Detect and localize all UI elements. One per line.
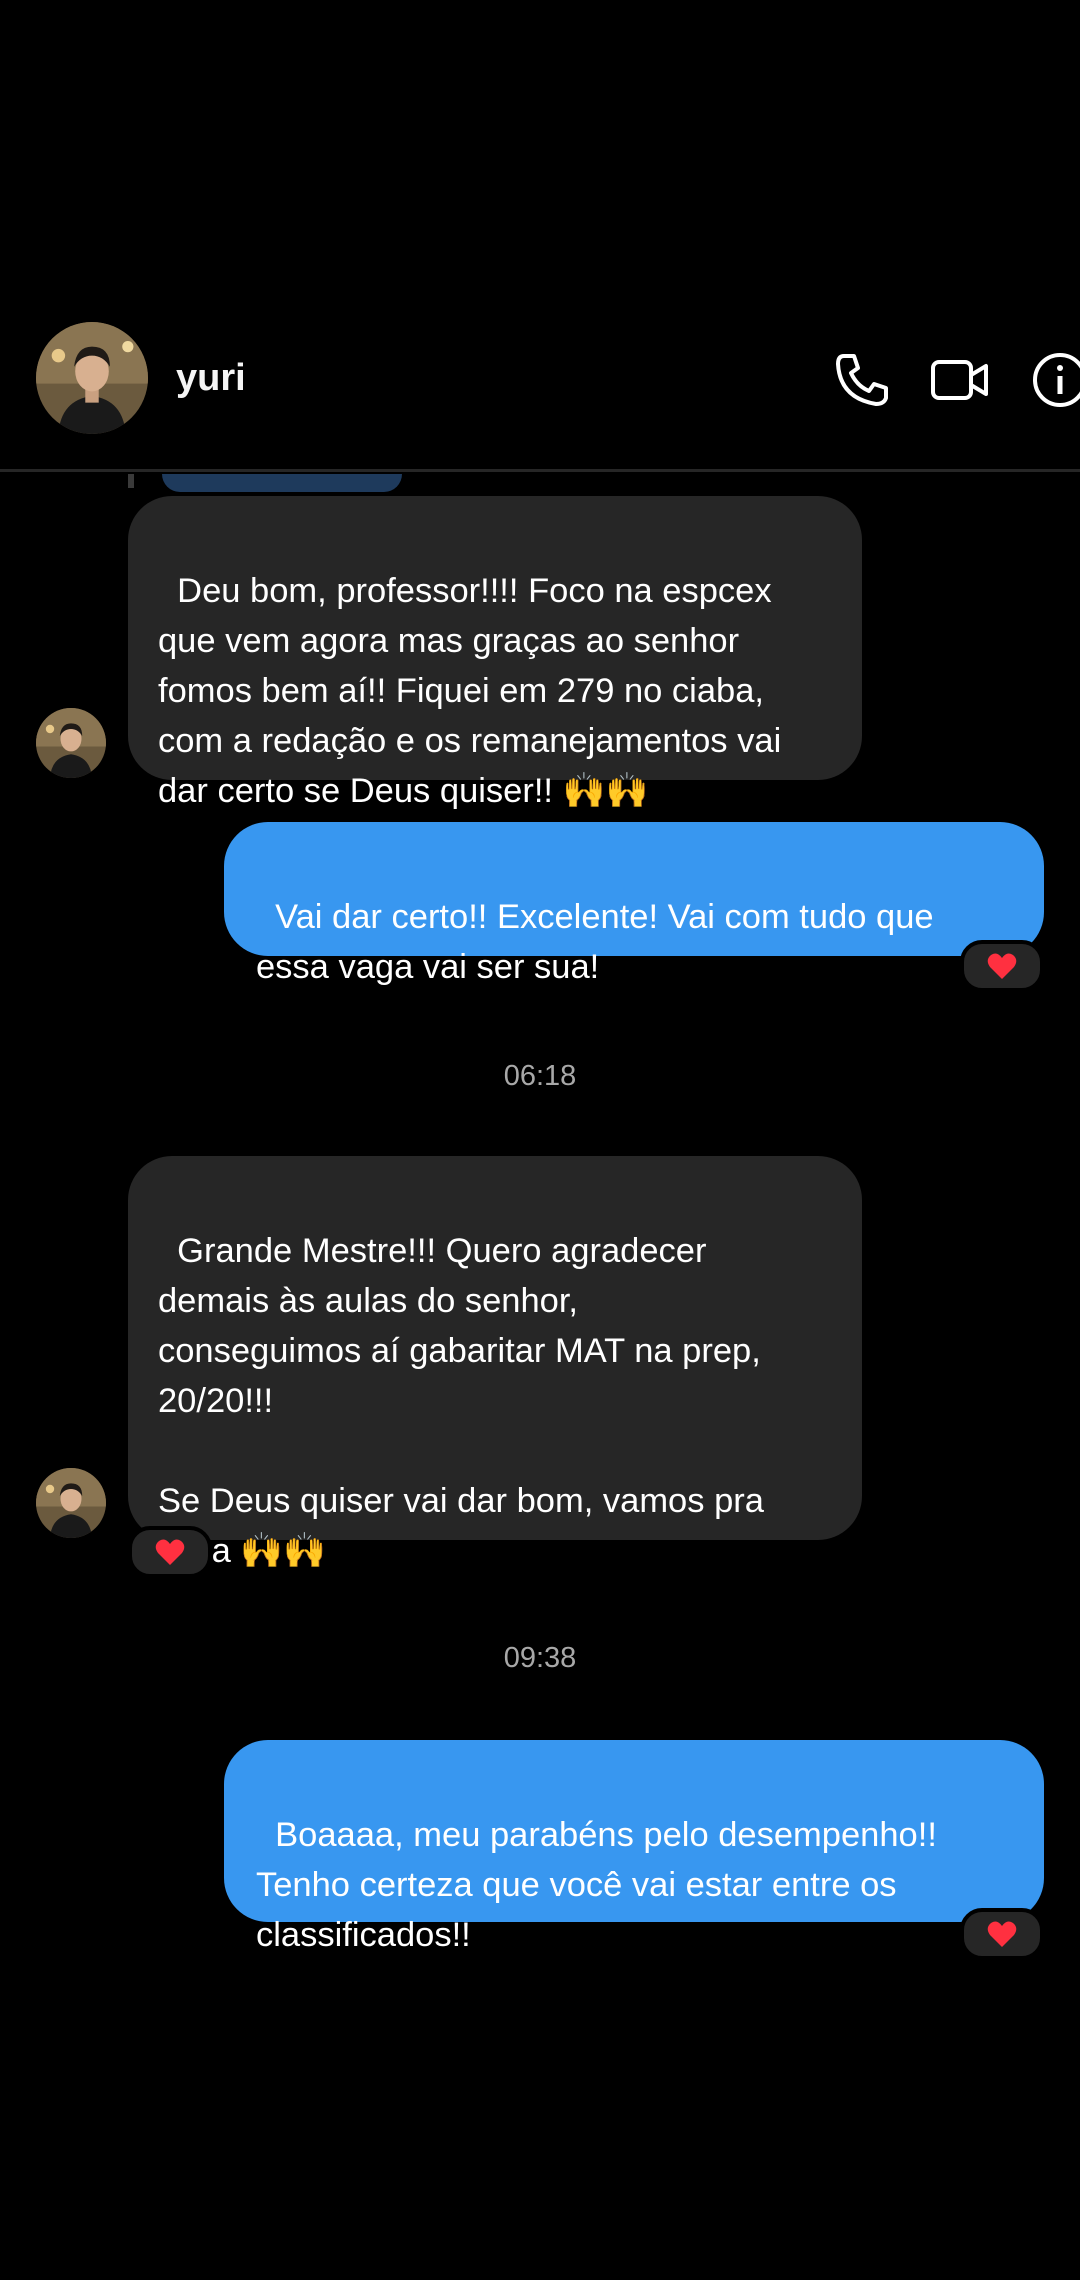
avatar-image bbox=[36, 708, 106, 778]
timestamp: 06:18 bbox=[503, 1060, 577, 1092]
heart-icon bbox=[987, 1921, 1017, 1947]
message-text: Grande Mestre!!! Quero agradecer demais … bbox=[158, 1232, 764, 1570]
info-icon[interactable] bbox=[1028, 348, 1080, 412]
incoming-message-bubble[interactable]: Grande Mestre!!! Quero agradecer demais … bbox=[128, 1156, 862, 1570]
contact-avatar[interactable] bbox=[36, 322, 148, 434]
message-text: Boaaaa, meu parabéns pelo desempenho!! T… bbox=[256, 1816, 937, 1954]
reply-indicator bbox=[128, 474, 134, 488]
outgoing-message-bubble[interactable]: Boaaaa, meu parabéns pelo desempenho!! T… bbox=[224, 1740, 1044, 1954]
contact-name[interactable]: yuri bbox=[176, 356, 246, 400]
reaction-badge[interactable] bbox=[960, 940, 1044, 992]
avatar-image bbox=[36, 322, 148, 434]
outgoing-message-bubble[interactable]: Vai dar certo!! Excelente! Vai com tudo … bbox=[224, 822, 1044, 986]
sender-avatar[interactable] bbox=[36, 708, 106, 778]
phone-icon[interactable] bbox=[830, 348, 894, 412]
heart-icon bbox=[155, 1539, 185, 1565]
previous-message-bubble[interactable] bbox=[162, 474, 402, 492]
avatar-image bbox=[36, 1468, 106, 1538]
message-text: Vai dar certo!! Excelente! Vai com tudo … bbox=[256, 898, 934, 986]
heart-icon bbox=[987, 953, 1017, 979]
message-text: Deu bom, professor!!!! Foco na espcex qu… bbox=[158, 572, 782, 810]
chat-header bbox=[0, 300, 1080, 472]
reaction-badge[interactable] bbox=[960, 1908, 1044, 1960]
sender-avatar[interactable] bbox=[36, 1468, 106, 1538]
video-camera-icon[interactable] bbox=[928, 348, 992, 412]
timestamp: 09:38 bbox=[503, 1642, 577, 1674]
reaction-badge[interactable] bbox=[128, 1526, 212, 1578]
incoming-message-bubble[interactable]: Deu bom, professor!!!! Foco na espcex qu… bbox=[128, 496, 862, 810]
